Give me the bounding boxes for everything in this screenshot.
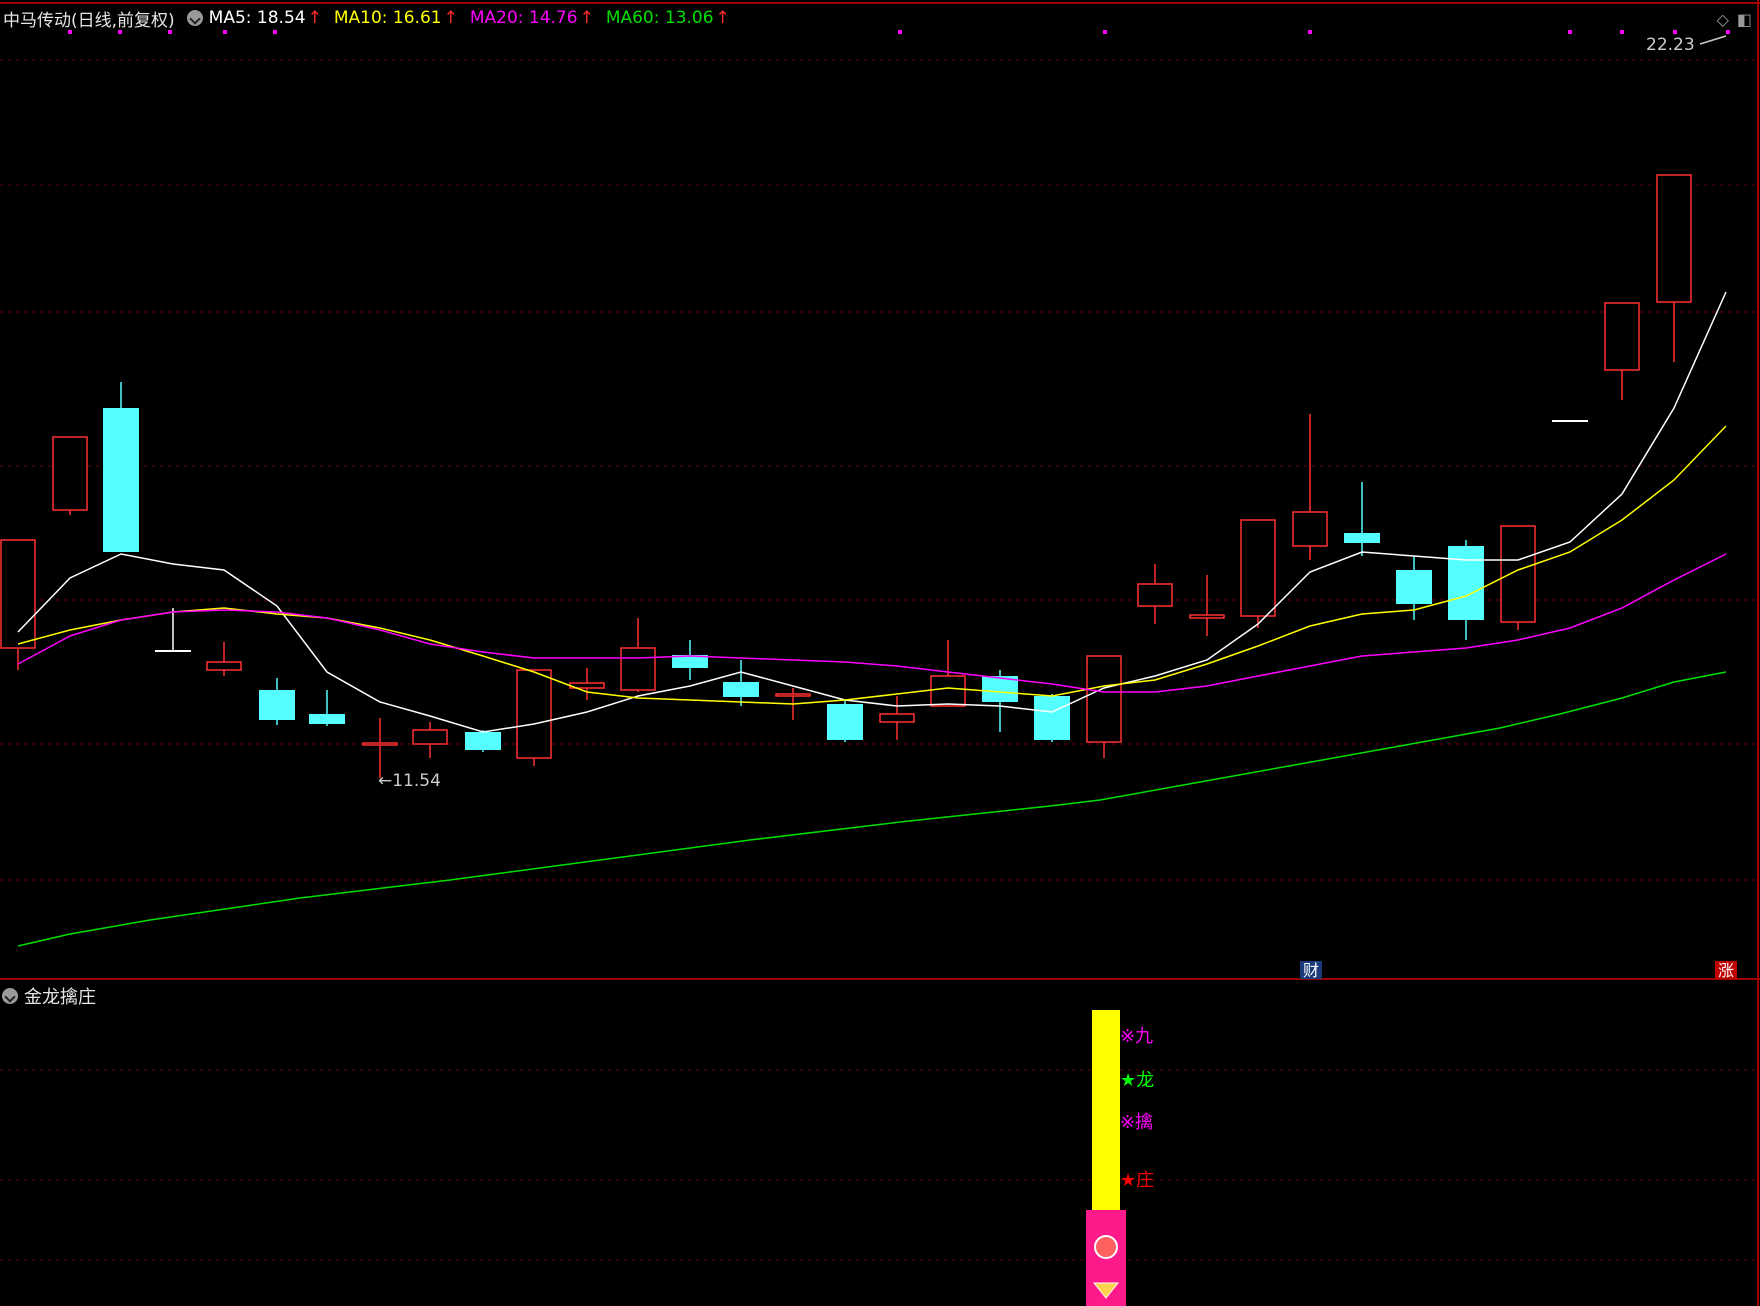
candle-7 <box>362 718 398 778</box>
candle-30 <box>1552 420 1588 422</box>
candle-body-23 <box>1189 614 1225 619</box>
marker-dot-3 <box>223 30 227 34</box>
candle-31 <box>1604 302 1640 400</box>
candle-body-4 <box>206 661 242 671</box>
marker-dot-5 <box>898 30 902 34</box>
candle-body-32 <box>1656 174 1692 303</box>
candle-body-29 <box>1500 525 1536 623</box>
candle-16 <box>827 700 863 742</box>
marker-dot-10 <box>1673 30 1677 34</box>
signal-label-3: ★庄 <box>1120 1170 1154 1191</box>
candle-body-14 <box>723 682 759 697</box>
high-price-label: 22.23 <box>1646 35 1695 55</box>
candle-32 <box>1656 174 1692 362</box>
candle-body-20 <box>1034 696 1070 740</box>
candle-14 <box>723 660 759 706</box>
candle-9 <box>465 730 501 752</box>
marker-dot-11 <box>1726 30 1730 34</box>
candle-body-7 <box>362 742 398 746</box>
candle-23 <box>1189 575 1225 636</box>
marker-dot-1 <box>118 30 122 34</box>
marker-dot-9 <box>1620 30 1624 34</box>
candle-body-2 <box>103 408 139 552</box>
candle-body-15 <box>775 693 811 697</box>
ball-icon <box>1094 1235 1118 1259</box>
signal-bar <box>1092 1010 1120 1210</box>
candle-body-6 <box>309 714 345 724</box>
candle-21 <box>1086 655 1122 758</box>
marker-dot-2 <box>168 30 172 34</box>
ma5-line <box>17 291 1727 733</box>
candle-6 <box>309 690 345 726</box>
indicator-chart[interactable]: ※九 ★龙 ※擒 ★庄 <box>0 980 1760 1306</box>
candle-20 <box>1034 694 1070 742</box>
marker-dot-0 <box>68 30 72 34</box>
candle-26 <box>1344 482 1380 556</box>
high-price-arrow <box>1699 35 1727 45</box>
candle-11 <box>569 668 605 700</box>
candle-13 <box>672 640 708 680</box>
candle-body-18 <box>930 675 966 707</box>
candle-body-10 <box>516 669 552 759</box>
candle-body-17 <box>879 713 915 723</box>
candle-body-25 <box>1292 511 1328 547</box>
candle-4 <box>206 642 242 676</box>
candle-body-26 <box>1344 533 1380 543</box>
marker-dot-4 <box>273 30 277 34</box>
marker-dot-6 <box>1103 30 1107 34</box>
candle-body-3 <box>155 650 191 652</box>
candle-5 <box>259 678 295 725</box>
candlestick-chart[interactable]: 22.23 ←11.54 财 涨 <box>0 0 1760 980</box>
candle-body-21 <box>1086 655 1122 743</box>
limit-up-badge: 涨 <box>1715 961 1737 980</box>
signal-label-2: ※擒 <box>1120 1112 1153 1133</box>
candle-body-30 <box>1552 420 1588 422</box>
signal-label-0: ※九 <box>1120 1026 1153 1047</box>
candle-body-9 <box>465 732 501 750</box>
candle-8 <box>412 722 448 758</box>
candle-22 <box>1137 564 1173 624</box>
candle-body-22 <box>1137 583 1173 607</box>
candle-10 <box>516 669 552 766</box>
signal-label-1: ★龙 <box>1120 1070 1154 1091</box>
candle-25 <box>1292 414 1328 560</box>
marker-dot-8 <box>1568 30 1572 34</box>
candle-29 <box>1500 525 1536 630</box>
limit-up-badge-text: 涨 <box>1718 961 1734 980</box>
candle-12 <box>620 618 656 692</box>
candle-0 <box>0 539 36 670</box>
candle-body-12 <box>620 647 656 691</box>
candle-body-1 <box>52 436 88 511</box>
candle-1 <box>52 436 88 515</box>
candle-body-24 <box>1240 519 1276 617</box>
candle-body-31 <box>1604 302 1640 371</box>
candle-body-16 <box>827 704 863 740</box>
candle-body-5 <box>259 690 295 720</box>
candle-2 <box>103 382 139 552</box>
finance-badge-text: 财 <box>1303 961 1319 980</box>
candle-17 <box>879 696 915 740</box>
candle-body-28 <box>1448 546 1484 620</box>
candle-body-8 <box>412 729 448 745</box>
marker-dot-7 <box>1308 30 1312 34</box>
candle-body-27 <box>1396 570 1432 604</box>
finance-badge: 财 <box>1300 961 1322 980</box>
low-price-label: ←11.54 <box>378 771 441 791</box>
